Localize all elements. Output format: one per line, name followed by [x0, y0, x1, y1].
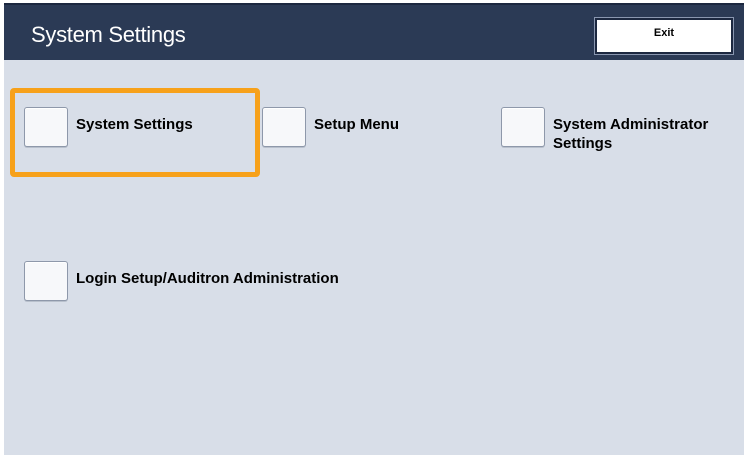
- exit-button[interactable]: Exit: [594, 17, 734, 55]
- checkbox-setup-menu[interactable]: [262, 107, 306, 147]
- title-bar: System Settings Exit: [4, 3, 744, 60]
- option-system-administrator-settings[interactable]: System Administrator Settings: [501, 107, 741, 155]
- option-label-login-setup-auditron-administration: Login Setup/Auditron Administration: [76, 270, 339, 287]
- option-setup-menu[interactable]: Setup Menu: [262, 107, 462, 155]
- option-label-system-administrator-settings-line2: Settings: [553, 135, 613, 152]
- checkbox-system-settings[interactable]: [24, 107, 68, 147]
- option-label-setup-menu: Setup Menu: [314, 116, 399, 133]
- screen: System Settings Exit System Settings Set…: [4, 3, 744, 455]
- checkbox-login-setup-auditron-administration[interactable]: [24, 261, 68, 301]
- page-title: System Settings: [31, 22, 186, 47]
- option-system-settings[interactable]: System Settings: [24, 107, 244, 155]
- option-login-setup-auditron-administration[interactable]: Login Setup/Auditron Administration: [24, 261, 404, 309]
- checkbox-system-administrator-settings[interactable]: [501, 107, 545, 147]
- exit-button-label: Exit: [653, 27, 675, 39]
- option-label-system-settings: System Settings: [76, 116, 193, 133]
- option-label-system-administrator-settings-line1: System Administrator: [553, 116, 709, 133]
